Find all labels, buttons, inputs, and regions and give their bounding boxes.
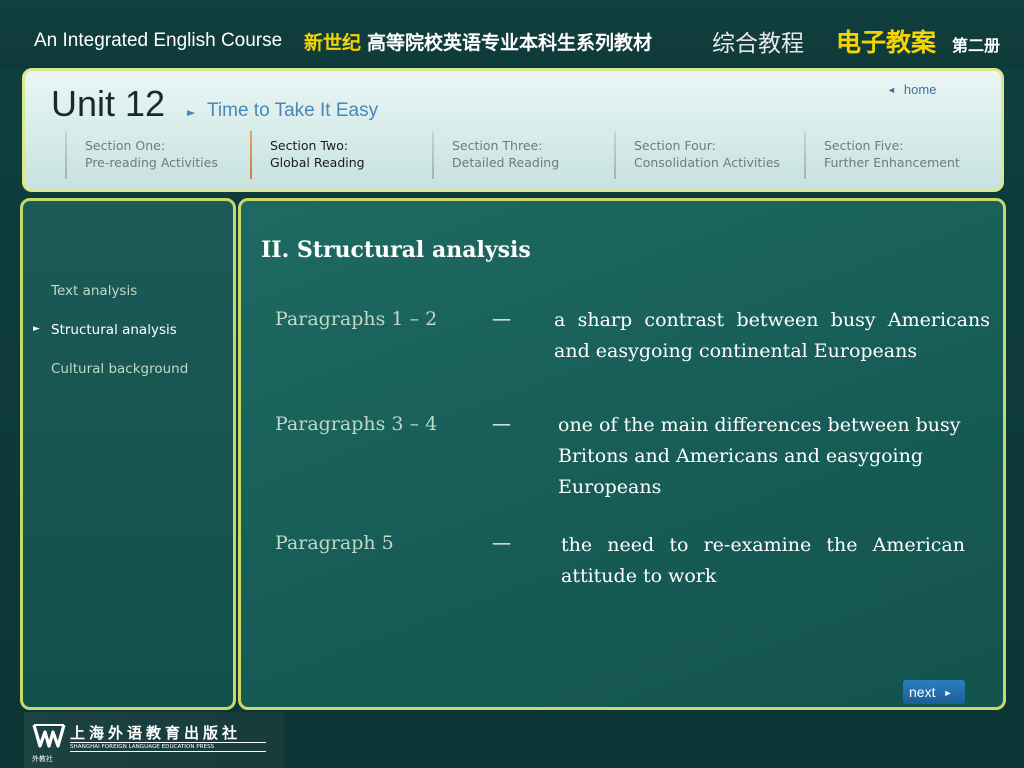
dash-separator: — [492,413,511,435]
section-tab-three[interactable]: Section Three: Detailed Reading [432,131,559,181]
content-heading: II. Structural analysis [261,237,531,263]
section-tab-five[interactable]: Section Five: Further Enhancement [804,131,960,181]
volume-label: 第二册 [952,36,1001,55]
triangle-right-icon: ► [33,324,40,334]
publisher-short-name: 外教社 [32,755,53,763]
main-content-panel: II. Structural analysis Paragraphs 1 – 2… [238,198,1006,710]
next-button[interactable]: next ► [903,680,965,704]
section-three-title: Section Three: [452,138,543,153]
section-one-title: Section One: [85,138,166,153]
paragraph-range-label: Paragraphs 3 – 4 [275,413,438,435]
comprehensive-course-label: 综合教程 [712,31,804,57]
section-tab-two[interactable]: Section Two: Global Reading [250,131,365,181]
section-tab-one[interactable]: Section One: Pre-reading Activities [65,131,218,181]
publisher-name-cn: 上海外语教育出版社 [70,724,242,742]
section-two-title: Section Two: [270,138,349,153]
series-highlight: 新世纪 [304,32,362,54]
nav-item-text-analysis[interactable]: Text analysis [51,283,137,299]
top-banner: An Integrated English Course 新世纪 高等院校英语专… [0,0,1024,68]
course-title: An Integrated English Course [34,30,283,51]
paragraph-summary: the need to re-examine the American atti… [561,534,965,587]
section-three-name: Detailed Reading [452,155,560,170]
unit-title: Unit 12 [51,83,166,124]
triangle-right-icon: ► [187,106,196,119]
section-four-title: Section Four: [634,138,716,153]
left-nav-panel: Text analysis ► Structural analysis Cult… [20,198,236,710]
section-tab-four[interactable]: Section Four: Consolidation Activities [614,131,780,181]
section-nav: Section One: Pre-reading Activities Sect… [65,131,1005,181]
triangle-left-icon: ◄ [887,85,896,95]
unit-subtitle: Time to Take It Easy [207,100,379,121]
next-label: next [909,684,936,700]
dash-separator: — [492,308,511,330]
header-panel: Unit 12 ► Time to Take It Easy ◄ home Sec… [22,68,1004,192]
nav-item-cultural-background[interactable]: Cultural background [51,361,188,377]
publisher-footer: 上海外语教育出版社 SHANGHAI FOREIGN LANGUAGE EDUC… [24,712,284,768]
page: An Integrated English Course 新世纪 高等院校英语专… [0,0,1024,768]
section-four-name: Consolidation Activities [634,155,780,170]
paragraph-range-label: Paragraphs 1 – 2 [275,308,438,330]
section-five-name: Further Enhancement [824,155,960,170]
triangle-right-icon: ► [943,688,953,698]
nav-item-structural-analysis[interactable]: Structural analysis [51,322,177,338]
home-link[interactable]: ◄ home [887,82,936,97]
dash-separator: — [492,532,511,554]
e-lesson-label: 电子教案 [836,28,937,57]
publisher-name-en: SHANGHAI FOREIGN LANGUAGE EDUCATION PRES… [70,742,266,752]
section-one-name: Pre-reading Activities [85,155,218,170]
series-title: 高等院校英语专业本科生系列教材 [367,32,653,54]
paragraph-summary: a sharp contrast between busy Americans … [554,309,990,362]
home-label: home [903,82,937,97]
paragraph-range-label: Paragraph 5 [275,532,394,554]
section-five-title: Section Five: [824,138,904,153]
paragraph-summary: one of the main differences between busy… [558,414,961,498]
section-two-name: Global Reading [270,155,365,170]
